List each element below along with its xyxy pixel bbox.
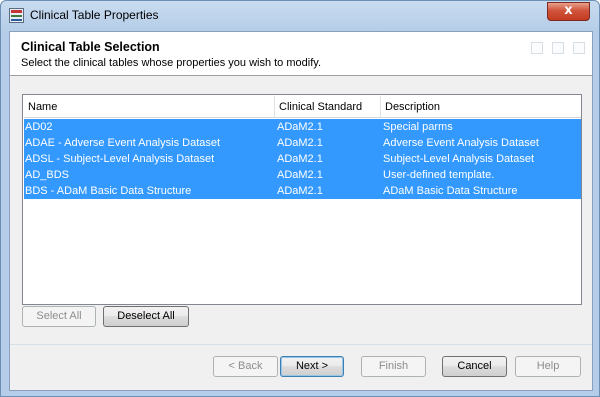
select-all-button[interactable]: Select All	[22, 306, 96, 327]
dialog-content: Clinical Table Selection Select the clin…	[9, 31, 593, 391]
table-row[interactable]: ADAE - Adverse Event Analysis Dataset AD…	[24, 135, 581, 151]
close-icon: x	[564, 3, 573, 18]
column-header-description[interactable]: Description	[381, 96, 581, 118]
next-button[interactable]: Next >	[280, 356, 344, 377]
cell-name: AD02	[25, 121, 53, 133]
cell-description: Adverse Event Analysis Dataset	[383, 137, 539, 149]
column-header-clinical-standard[interactable]: Clinical Standard	[275, 96, 381, 118]
table-row[interactable]: BDS - ADaM Basic Data Structure ADaM2.1 …	[24, 183, 581, 199]
page-title: Clinical Table Selection	[21, 40, 160, 54]
decorative-square-icon	[573, 42, 585, 54]
table-row[interactable]: ADSL - Subject-Level Analysis Dataset AD…	[24, 151, 581, 167]
column-header-name[interactable]: Name	[24, 96, 275, 118]
help-button[interactable]: Help	[515, 356, 581, 377]
dialog-window: Clinical Table Properties x Clinical Tab…	[0, 0, 600, 397]
cell-description: ADaM Basic Data Structure	[383, 185, 518, 197]
cell-description: Subject-Level Analysis Dataset	[383, 153, 535, 165]
cell-name: ADAE - Adverse Event Analysis Dataset	[25, 137, 221, 149]
cancel-button[interactable]: Cancel	[442, 356, 507, 377]
cell-standard: ADaM2.1	[277, 121, 323, 133]
table-row[interactable]: AD_BDS ADaM2.1 User-defined template.	[24, 167, 581, 183]
cell-name: ADSL - Subject-Level Analysis Dataset	[25, 153, 215, 165]
cell-standard: ADaM2.1	[277, 169, 323, 181]
app-table-icon	[9, 8, 24, 23]
wizard-header: Clinical Table Selection Select the clin…	[10, 32, 592, 76]
deselect-all-button[interactable]: Deselect All	[103, 306, 189, 327]
title-bar[interactable]: Clinical Table Properties x	[1, 1, 599, 29]
cell-description: Special parms	[383, 121, 453, 133]
cell-description: User-defined template.	[383, 169, 495, 181]
table-row[interactable]: AD02 ADaM2.1 Special parms	[24, 119, 581, 135]
close-button[interactable]: x	[547, 2, 590, 21]
window-title: Clinical Table Properties	[30, 8, 159, 22]
footer-divider	[10, 344, 592, 345]
decorative-square-icon	[531, 42, 543, 54]
cell-standard: ADaM2.1	[277, 185, 323, 197]
cell-standard: ADaM2.1	[277, 137, 323, 149]
decorative-square-icon	[552, 42, 564, 54]
back-button[interactable]: < Back	[213, 356, 278, 377]
cell-name: BDS - ADaM Basic Data Structure	[25, 185, 192, 197]
clinical-table-list[interactable]: Name Clinical Standard Description AD02 …	[22, 94, 582, 305]
page-subtitle: Select the clinical tables whose propert…	[21, 57, 321, 69]
finish-button[interactable]: Finish	[361, 356, 426, 377]
cell-standard: ADaM2.1	[277, 153, 323, 165]
cell-name: AD_BDS	[25, 169, 70, 181]
